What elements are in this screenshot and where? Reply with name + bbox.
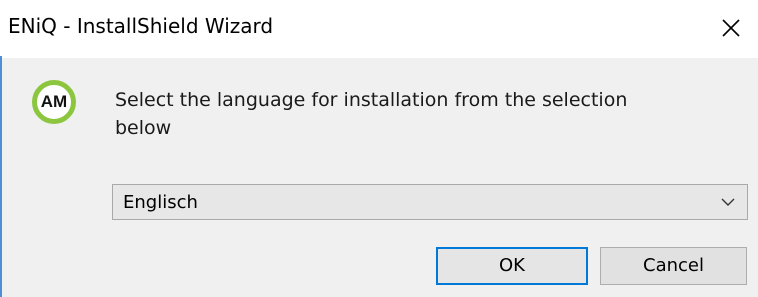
language-select[interactable]: Englisch: [112, 184, 748, 220]
language-select-value: Englisch: [123, 192, 198, 213]
installshield-dialog: ENiQ - InstallShield Wizard AM Select th…: [0, 0, 758, 297]
close-icon: [722, 19, 740, 37]
logo-text: AM: [40, 92, 68, 111]
window-title: ENiQ - InstallShield Wizard: [8, 14, 274, 38]
title-bar[interactable]: ENiQ - InstallShield Wizard: [0, 0, 758, 58]
close-button[interactable]: [698, 0, 758, 58]
app-logo: AM: [32, 80, 76, 124]
cancel-button[interactable]: Cancel: [600, 247, 747, 285]
dialog-body: AM Select the language for installation …: [2, 58, 758, 297]
chevron-down-icon: [721, 198, 735, 206]
language-prompt: Select the language for installation fro…: [115, 89, 628, 139]
ok-button[interactable]: OK: [436, 247, 588, 285]
